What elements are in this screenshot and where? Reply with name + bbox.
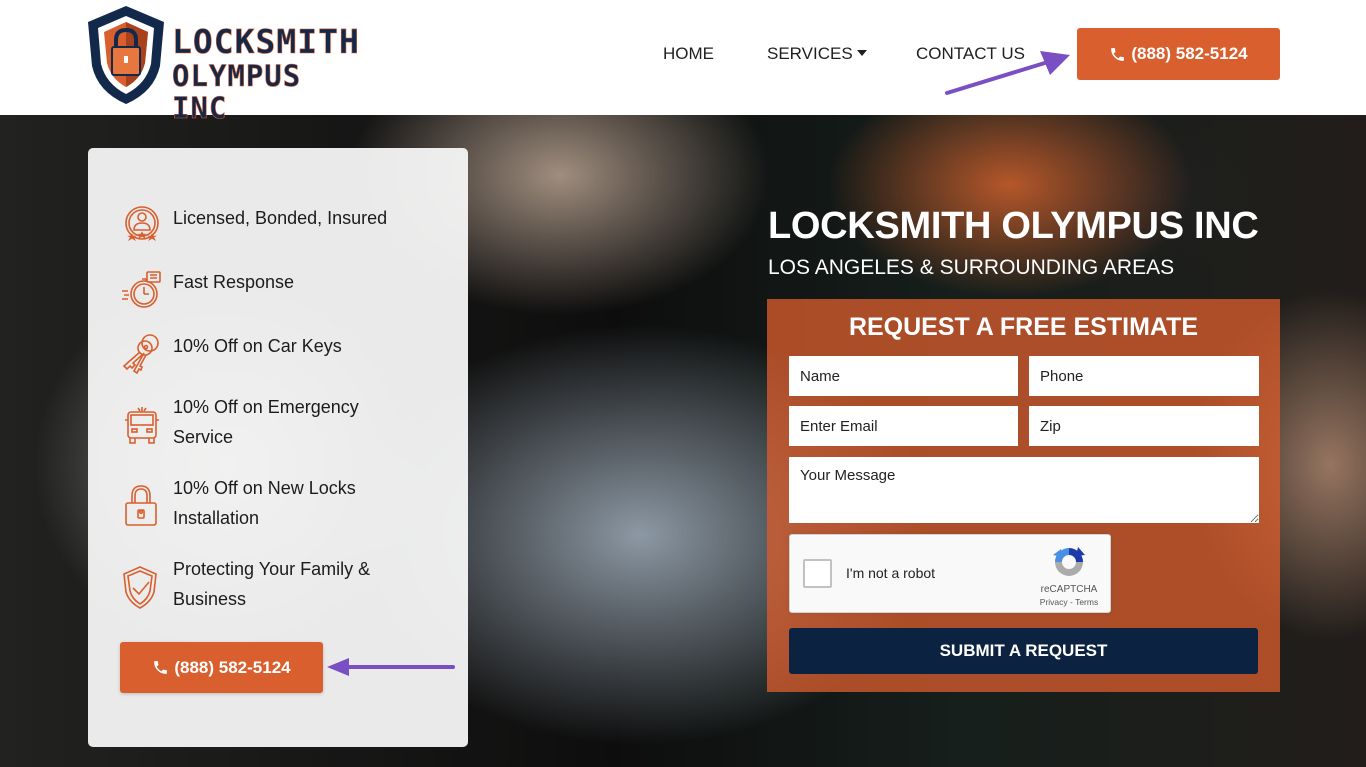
padlock-icon [125,485,157,526]
message-textarea[interactable] [789,457,1259,523]
recaptcha-link-separator: - [1067,597,1076,607]
feature-label: 10% Off on New Locks Installation [173,478,356,528]
logo-line-2: OLYMPUS INC [172,59,302,125]
feature-item: 10% Off on Emergency Service [120,392,403,452]
features-phone-button[interactable]: (888) 582-5124 [120,642,323,693]
recaptcha-terms-link[interactable]: Terms [1075,597,1098,607]
nav-services-label: SERVICES [767,44,853,63]
caret-down-icon [856,49,867,56]
car-keys-icon [122,334,159,375]
feature-item: Licensed, Bonded, Insured [120,203,403,249]
feature-label: 10% Off on Emergency Service [173,397,359,447]
feature-item: 10% Off on Car Keys [120,331,403,377]
recaptcha-logo-icon [1053,547,1085,576]
shield-check-icon [123,566,157,609]
feature-item: 10% Off on New Locks Installation [120,473,403,533]
phone-icon [154,661,168,674]
recaptcha-privacy-link[interactable]: Privacy [1040,597,1068,607]
nav-home[interactable]: HOME [663,44,714,64]
site-header: LOCKSMITH OLYMPUS INC HOME SERVICES CONT… [0,0,1366,124]
recaptcha-checkbox[interactable] [803,559,832,588]
feature-item: Protecting Your Family & Business [120,554,403,614]
header-phone-label: (888) 582-5124 [1131,44,1248,63]
stopwatch-icon [122,271,161,308]
logo-text: LOCKSMITH OLYMPUS INC [172,22,371,125]
recaptcha-links: Privacy - Terms [1030,597,1108,607]
feature-label: Licensed, Bonded, Insured [173,208,388,228]
recaptcha-label: I'm not a robot [846,565,936,581]
feature-label: Fast Response [173,272,295,292]
phone-icon [1111,47,1125,61]
award-person-icon [125,206,159,242]
logo-line-1: LOCKSMITH [172,22,360,61]
emergency-vehicle-icon [125,407,159,444]
zip-input[interactable] [1029,406,1259,446]
name-input[interactable] [789,356,1018,396]
nav-services[interactable]: SERVICES [767,44,867,64]
feature-label: 10% Off on Car Keys [173,336,342,356]
feature-item: Fast Response [120,267,403,313]
header-phone-button[interactable]: (888) 582-5124 [1077,28,1280,80]
nav-contact-us[interactable]: CONTACT US [916,44,1025,64]
form-title: REQUEST A FREE ESTIMATE [848,313,1199,341]
phone-input[interactable] [1029,356,1259,396]
hero-title: LOCKSMITH OLYMPUS INC [768,205,1259,247]
logo[interactable]: LOCKSMITH OLYMPUS INC [86,4,371,124]
features-phone-label: (888) 582-5124 [174,657,291,677]
feature-label: Protecting Your Family & Business [173,559,371,609]
hero-subtitle: LOS ANGELES & SURROUNDING AREAS [768,256,1175,279]
recaptcha-brand: reCAPTCHA [1040,584,1098,595]
email-input[interactable] [789,406,1018,446]
shield-lock-logo-icon [88,6,164,104]
recaptcha-widget: I'm not a robot reCAPTCHA Privacy - Term… [789,534,1111,613]
submit-request-button[interactable]: SUBMIT A REQUEST [789,628,1258,674]
